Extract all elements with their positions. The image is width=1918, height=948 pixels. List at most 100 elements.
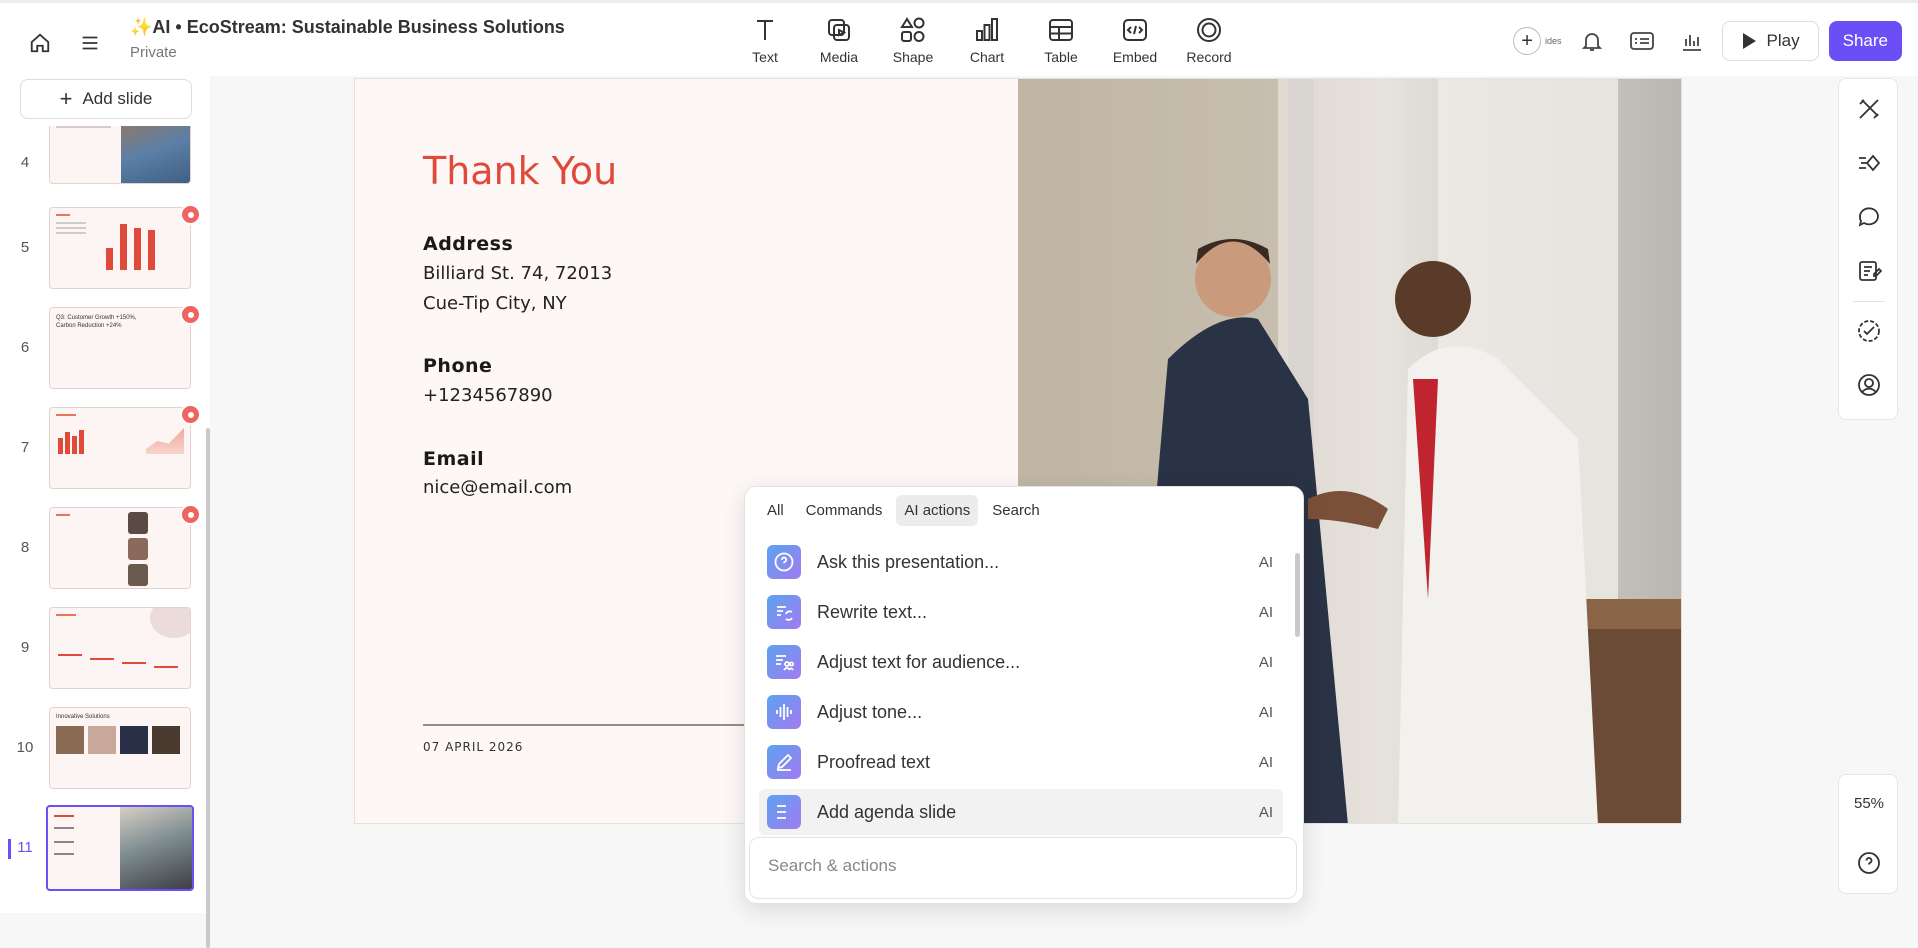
sidebar-scrollbar[interactable] — [206, 428, 210, 948]
add-ideas-button[interactable]: + ides — [1513, 21, 1562, 61]
help-icon[interactable] — [1857, 851, 1881, 875]
home-icon[interactable] — [22, 25, 58, 61]
address-line-1[interactable]: Billiard St. 74, 72013 — [423, 263, 612, 284]
email-value[interactable]: nice@email.com — [423, 477, 572, 498]
slide-thumb-row[interactable]: 7 — [0, 404, 201, 491]
slides-sidebar: + Add slide 4 5 6 Q3: Customer Growth +1… — [0, 76, 210, 948]
adjust-audience-item[interactable]: Adjust text for audience... AI — [759, 639, 1283, 685]
address-label[interactable]: Address — [423, 233, 513, 255]
slide-thumb-row[interactable]: 11 — [0, 805, 200, 891]
command-palette: All Commands AI actions Search Ask this … — [744, 486, 1304, 904]
play-label: Play — [1766, 31, 1800, 50]
item-label: Proofread text — [817, 751, 931, 772]
record-tool-label: Record — [1186, 49, 1232, 65]
rewrite-text-item[interactable]: Rewrite text... AI — [759, 589, 1283, 635]
analytics-icon[interactable] — [1672, 21, 1712, 61]
slide-number: 9 — [20, 639, 30, 656]
slide-thumb-row[interactable]: 9 — [0, 607, 200, 691]
comments-icon[interactable] — [1853, 201, 1885, 233]
slide-thumb-row[interactable]: 10 Innovative Solutions — [0, 707, 200, 791]
slide-thumb-row[interactable]: 6 Q3: Customer Growth +150%, Carbon Redu… — [0, 304, 201, 391]
id-card-icon[interactable] — [1622, 21, 1662, 61]
animations-icon[interactable] — [1853, 147, 1885, 179]
ai-tag: AI — [1258, 653, 1273, 671]
comment-indicator[interactable] — [180, 304, 201, 325]
comment-indicator[interactable] — [180, 204, 201, 225]
presentation-title[interactable]: ✨AI • EcoStream: Sustainable Business So… — [130, 17, 565, 38]
tab-commands[interactable]: Commands — [798, 495, 891, 526]
text-tool-button[interactable]: Text — [738, 15, 792, 65]
slide-caption: Innovative Solutions — [56, 714, 110, 720]
right-toolbar — [1838, 78, 1898, 420]
add-slide-button[interactable]: + Add slide — [20, 79, 192, 119]
slide-number: 10 — [16, 739, 34, 756]
slide-thumbnail[interactable]: Q3: Customer Growth +150%, Carbon Reduct… — [49, 307, 191, 389]
email-label[interactable]: Email — [423, 448, 484, 470]
embed-tool-label: Embed — [1112, 49, 1158, 65]
phone-label[interactable]: Phone — [423, 355, 492, 377]
design-tools-icon[interactable] — [1853, 93, 1885, 125]
address-line-2[interactable]: Cue-Tip City, NY — [423, 293, 567, 314]
menu-icon[interactable] — [72, 25, 108, 61]
plus-icon: + — [59, 86, 73, 111]
media-tool-button[interactable]: Media — [812, 15, 866, 65]
presentation-title-block[interactable]: ✨AI • EcoStream: Sustainable Business So… — [130, 17, 565, 61]
notes-icon[interactable] — [1853, 255, 1885, 287]
play-button[interactable]: Play — [1721, 21, 1819, 61]
palette-items: Ask this presentation... AI Rewrite text… — [759, 539, 1283, 839]
shape-tool-label: Shape — [892, 49, 934, 65]
item-label: Rewrite text... — [817, 601, 928, 622]
item-label: Add agenda slide — [817, 801, 957, 822]
slide-thumbnail[interactable] — [49, 507, 191, 589]
add-agenda-slide-item[interactable]: Add agenda slide AI — [759, 789, 1283, 835]
bell-icon[interactable] — [1572, 21, 1612, 61]
comment-indicator[interactable] — [180, 504, 201, 525]
palette-scrollbar[interactable] — [1295, 553, 1300, 637]
plus-circle-icon: + — [1513, 27, 1542, 55]
slide-thumbnails: 4 5 6 Q3: Customer Growth +150%, Carbon … — [0, 126, 210, 913]
slide-thumbnail[interactable] — [49, 607, 191, 689]
item-label: Adjust tone... — [817, 701, 923, 722]
slide-thumbnail[interactable] — [49, 126, 191, 184]
phone-value[interactable]: +1234567890 — [423, 385, 553, 406]
tab-ai-actions[interactable]: AI actions — [896, 495, 979, 526]
embed-icon — [1123, 19, 1147, 41]
zoom-controls: 55% — [1838, 774, 1898, 894]
media-icon — [828, 19, 850, 41]
slide-thumbnail[interactable] — [49, 207, 191, 289]
slide-thumbnail-active[interactable] — [46, 805, 194, 891]
slide-date[interactable]: 07 APRIL 2026 — [423, 740, 523, 754]
slide-thumbnail[interactable] — [49, 407, 191, 489]
record-tool-button[interactable]: Record — [1182, 15, 1236, 65]
chart-tool-button[interactable]: Chart — [960, 15, 1014, 65]
user-account-icon[interactable] — [1853, 369, 1885, 401]
slide-thumb-row[interactable]: 4 — [0, 126, 200, 186]
ask-presentation-item[interactable]: Ask this presentation... AI — [759, 539, 1283, 585]
item-label: Ask this presentation... — [817, 551, 1000, 572]
slide-number: 11 — [17, 839, 33, 856]
table-tool-button[interactable]: Table — [1034, 15, 1088, 65]
slide-thumb-row[interactable]: 5 — [0, 204, 201, 291]
ai-tag: AI — [1258, 703, 1273, 721]
text-icon — [757, 20, 773, 40]
comment-indicator[interactable] — [180, 404, 201, 425]
proofread-item[interactable]: Proofread text AI — [759, 739, 1283, 785]
adjust-tone-item[interactable]: Adjust tone... AI — [759, 689, 1283, 735]
sparkle-icon: ✨ — [130, 17, 153, 37]
chart-icon — [976, 18, 998, 41]
palette-search-box[interactable] — [749, 837, 1297, 899]
tab-search[interactable]: Search — [984, 495, 1048, 526]
share-button[interactable]: Share — [1828, 21, 1902, 61]
slide-number: 7 — [20, 439, 30, 456]
embed-tool-button[interactable]: Embed — [1108, 15, 1162, 65]
tab-all[interactable]: All — [759, 495, 792, 526]
slide-thumbnail[interactable]: Innovative Solutions — [49, 707, 191, 789]
slide-thumb-row[interactable]: 8 — [0, 504, 201, 591]
search-input[interactable] — [768, 856, 1268, 876]
insert-toolbar: Text Media Shape Chart Table Embed Recor… — [738, 15, 1236, 65]
slide-title[interactable]: Thank You — [423, 149, 617, 193]
zoom-level[interactable]: 55% — [1839, 795, 1899, 812]
add-slide-label: Add slide — [82, 89, 153, 108]
shape-tool-button[interactable]: Shape — [886, 15, 940, 65]
check-badge-icon[interactable] — [1853, 315, 1885, 347]
